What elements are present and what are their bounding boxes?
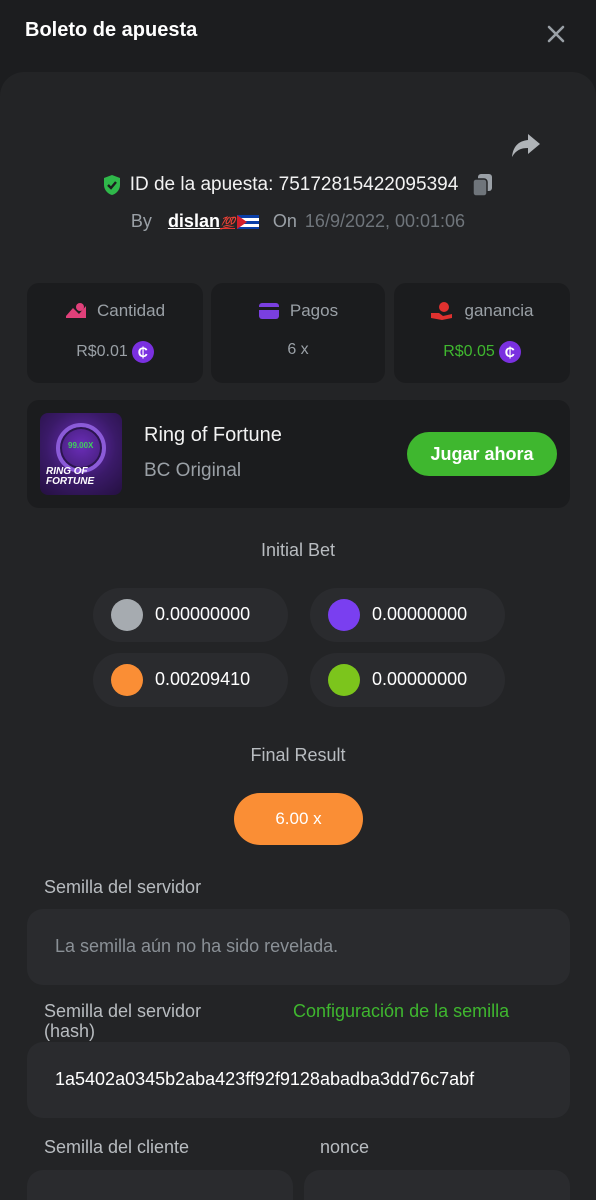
currency-dot-icon <box>328 599 360 631</box>
client-seed-field[interactable] <box>27 1170 293 1200</box>
copy-icon[interactable] <box>472 173 494 197</box>
bet-chip: 0.00000000 <box>310 588 505 642</box>
page-title: Boleto de apuesta <box>25 19 198 41</box>
currency-dot-icon <box>111 599 143 631</box>
thumb-multiplier: 99.00X <box>68 441 94 450</box>
nonce-label: nonce <box>320 1137 370 1157</box>
currency-dot-icon <box>328 664 360 696</box>
coins-icon <box>65 302 87 320</box>
game-subtitle: BC Original <box>144 460 242 481</box>
stat-value: R$0.01 <box>76 343 128 360</box>
chip-amount: 0.00000000 <box>372 604 468 624</box>
hand-icon <box>430 301 454 321</box>
chip-amount: 0.00209410 <box>155 669 251 689</box>
seed-config-link[interactable]: Configuración de la semilla <box>293 1001 523 1021</box>
server-hash-value: 1a5402a0345b2aba423ff92f9128abadba3dd76c… <box>55 1069 475 1089</box>
bet-chip: 0.00209410 <box>93 653 288 707</box>
server-seed-label: Semilla del servidor <box>44 877 202 897</box>
game-name: Ring of Fortune <box>144 424 282 446</box>
bet-chip: 0.00000000 <box>310 653 505 707</box>
by-label: By <box>130 210 152 231</box>
client-seed-label: Semilla del cliente <box>44 1137 190 1157</box>
game-thumbnail[interactable]: 99.00X RING OF FORTUNE <box>40 413 122 495</box>
on-label: On <box>272 210 297 231</box>
initial-bet-title: Initial Bet <box>260 540 336 560</box>
play-now-button[interactable]: Jugar ahora <box>407 432 557 476</box>
card-icon <box>258 302 280 320</box>
game-card: 99.00X RING OF FORTUNE Ring of Fortune B… <box>27 400 570 508</box>
coin-icon: ₵ <box>498 341 521 363</box>
bet-id-text: ID de la apuesta: 75172815422095394 <box>129 174 459 195</box>
server-seed-field[interactable]: La semilla aún no ha sido revelada. <box>27 909 570 985</box>
username-suffix: 💯 <box>219 215 235 230</box>
server-hash-label: Semilla del servidor (hash) <box>44 1001 202 1041</box>
bet-date: 16/9/2022, 00:01:06 <box>304 210 466 231</box>
bet-author-row: By dislan💯 On 16/9/2022, 00:01:06 <box>0 206 596 236</box>
stat-value: R$0.05 <box>443 343 495 360</box>
username: dislan <box>167 210 220 231</box>
server-seed-value: La semilla aún no ha sido revelada. <box>55 936 339 956</box>
stat-profit-card: ganancia R$0.05 ₵ <box>394 283 570 383</box>
final-result-badge: 6.00 x <box>234 793 363 845</box>
stat-payout-card: Pagos 6 x <box>211 283 385 383</box>
stat-label: ganancia <box>464 301 534 320</box>
stat-label: Pagos <box>289 301 339 320</box>
cuba-flag-icon <box>236 214 259 229</box>
bet-id-row: ID de la apuesta: 75172815422095394 <box>0 170 596 200</box>
share-icon[interactable] <box>510 130 542 160</box>
nonce-field[interactable] <box>304 1170 570 1200</box>
stat-label: Cantidad <box>96 301 166 320</box>
chip-amount: 0.00000000 <box>372 669 468 689</box>
close-icon[interactable] <box>540 18 572 50</box>
header-bar: Boleto de apuesta <box>0 0 596 66</box>
thumb-title: RING OF FORTUNE <box>46 466 95 487</box>
final-result-title: Final Result <box>250 745 346 765</box>
server-hash-field[interactable]: 1a5402a0345b2aba423ff92f9128abadba3dd76c… <box>27 1042 570 1118</box>
coin-icon: ₵ <box>131 341 154 363</box>
stat-amount-card: Cantidad R$0.01 ₵ <box>27 283 203 383</box>
stat-value: 6 x <box>287 341 309 358</box>
username-link[interactable]: dislan💯 <box>168 211 259 232</box>
chip-amount: 0.00000000 <box>155 604 251 624</box>
currency-dot-icon <box>111 664 143 696</box>
shield-check-icon <box>102 174 122 196</box>
bet-chip: 0.00000000 <box>93 588 288 642</box>
